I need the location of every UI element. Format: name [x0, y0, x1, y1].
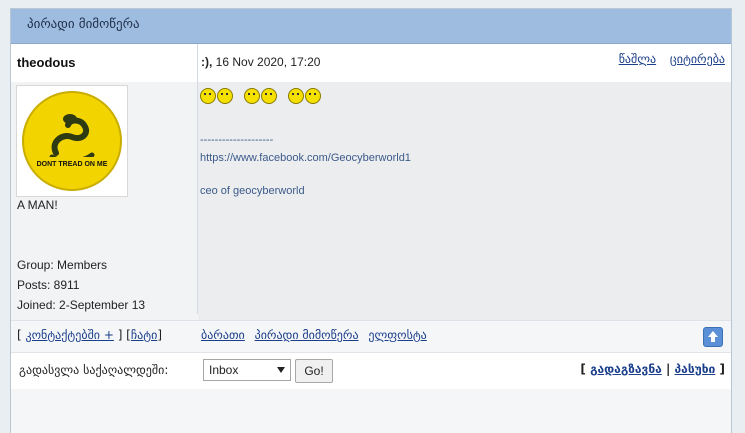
member-post-count: Posts: 8911 — [17, 278, 80, 292]
smiley-icon — [304, 88, 321, 104]
pm-reply-links: [ გადაგზავნა | პასუხი ] — [580, 362, 725, 376]
gadsden-avatar-image: DONT TREAD ON ME — [22, 91, 122, 191]
member-joined-date: Joined: 2-September 13 — [17, 298, 146, 312]
post-date-value: 16 Nov 2020, 17:20 — [215, 55, 321, 69]
profile-card-link[interactable]: ბარათი — [201, 328, 245, 342]
smiley-icon — [260, 88, 277, 104]
folder-select[interactable]: Inbox — [203, 359, 291, 381]
go-button[interactable]: Go! — [295, 359, 333, 383]
send-pm-link[interactable]: პირადი მიმოწერა — [255, 328, 359, 342]
author-name[interactable]: theodous — [17, 55, 76, 70]
post-header-links: წაშლა ციტირება — [609, 52, 725, 66]
folder-select-value: Inbox — [209, 363, 239, 377]
chat-link[interactable]: ჩატი — [131, 328, 157, 342]
avatar-motto: DONT TREAD ON ME — [37, 161, 108, 168]
signature-link[interactable]: https://www.facebook.com/Geocyberworld1 — [200, 152, 411, 164]
quote-link[interactable]: ციტირება — [670, 52, 725, 66]
topic-title: პირადი მიმოწერა — [27, 17, 140, 32]
author-action-links: [ კონტაქტებში + ] [ჩატი] — [17, 328, 162, 342]
smiley-icon — [217, 88, 233, 104]
reply-link[interactable]: პასუხი — [675, 362, 716, 376]
smiley-row — [200, 88, 322, 104]
member-group: Group: Members — [17, 258, 108, 272]
dropdown-arrow-icon — [277, 367, 285, 373]
scroll-top-icon[interactable] — [703, 327, 723, 347]
avatar[interactable]: DONT TREAD ON ME — [16, 85, 128, 197]
pm-frame: პირადი მიმოწერა theodous :), 16 Nov 2020… — [10, 8, 732, 433]
profile-action-links: ბარათი პირადი მიმოწერა ელფოსტა — [201, 328, 433, 342]
member-title: A MAN! — [17, 198, 58, 212]
post-date: :), 16 Nov 2020, 17:20 — [201, 55, 320, 69]
author-panel: DONT TREAD ON ME A MAN! Group: Members P… — [11, 82, 197, 320]
smiley-icon — [287, 88, 304, 104]
signature-tagline: ceo of geocyberworld — [200, 185, 305, 197]
email-link[interactable]: ელფოსტა — [368, 328, 426, 342]
post-date-prefix: :), — [201, 55, 213, 69]
forward-link[interactable]: გადაგზავნა — [590, 362, 662, 376]
jump-folder-label: გადასვლა საქაღალდეში: — [19, 363, 169, 377]
smiley-icon — [243, 88, 260, 104]
add-contact-link[interactable]: კონტაქტებში + — [26, 328, 114, 342]
folder-jump-bar: გადასვლა საქაღალდეში: Inbox Go! [ გადაგზ… — [11, 352, 731, 389]
smiley-icon — [200, 88, 216, 104]
post-body: -------------------- https://www.faceboo… — [198, 82, 731, 320]
delete-link[interactable]: წაშლა — [619, 52, 656, 66]
post-header: theodous :), 16 Nov 2020, 17:20 წაშლა ცი… — [11, 44, 731, 82]
topic-titlebar: პირადი მიმოწერა — [11, 9, 731, 44]
post-actions: [ კონტაქტებში + ] [ჩატი] ბარათი პირადი მ… — [11, 320, 731, 351]
signature-divider: -------------------- — [200, 134, 274, 146]
